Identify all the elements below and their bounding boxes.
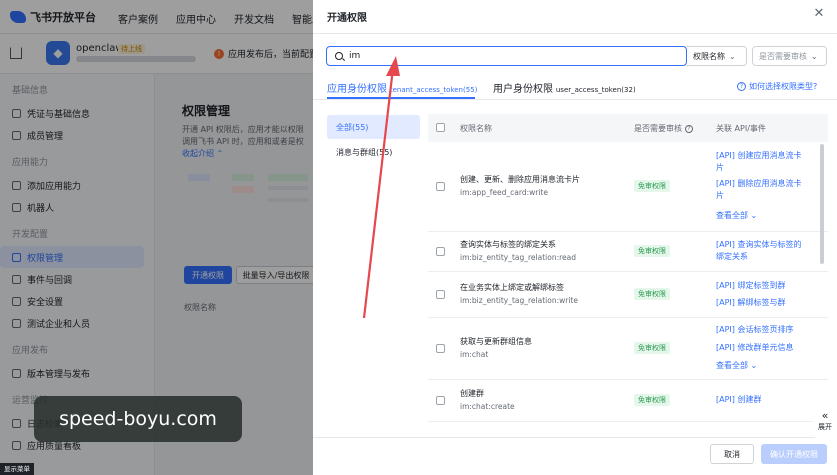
permission-title: 获取与更新群组信息 <box>460 337 532 346</box>
table-row: 获取与更新群组信息 im:chat 免审权限 [API] 会话标签页排序 [AP… <box>428 318 828 380</box>
permission-title: 创建、更新、删除应用消息流卡片 <box>460 175 580 184</box>
double-chevron-left-icon: « <box>821 409 829 422</box>
tab-label: 用户身份权限 <box>493 84 553 95</box>
search-field-select-value: 权限名称 <box>693 51 725 61</box>
api-link[interactable]: [API] 解绑标签与群 <box>716 297 808 309</box>
permission-scope: im:chat <box>460 350 489 359</box>
tab-sublabel: user_access_token(32) <box>555 86 636 94</box>
confirm-open-permission-button[interactable]: 确认开通权限 <box>761 444 827 464</box>
view-all-link[interactable]: 查看全部 ⌄ <box>716 210 757 221</box>
column-header-review: 是否需要审核 ? <box>634 123 693 134</box>
tab-tenant-permissions[interactable]: 应用身份权限 tenant_access_token(55) <box>327 80 477 95</box>
permission-title: 在业务实体上绑定或解绑标签 <box>460 283 564 292</box>
api-link[interactable]: [API] 绑定标签到群 <box>716 280 808 292</box>
api-link[interactable]: [API] 删除应用消息流卡片 <box>716 178 808 202</box>
row-checkbox[interactable] <box>436 344 445 353</box>
expand-label: 展开 <box>818 423 832 431</box>
api-link[interactable]: [API] 创建应用消息流卡片 <box>716 150 808 174</box>
row-checkbox[interactable] <box>436 247 445 256</box>
chevron-down-icon: ⌄ <box>750 211 758 220</box>
tab-sublabel: tenant_access_token(55) <box>389 86 478 94</box>
question-icon: ? <box>737 82 746 91</box>
permission-scope: im:biz_entity_tag_relation:write <box>460 296 578 305</box>
drawer-title: 开通权限 <box>327 13 367 24</box>
view-all-label: 查看全部 <box>716 211 748 220</box>
table-scrollbar[interactable] <box>820 144 824 264</box>
review-badge: 免审权限 <box>634 245 670 257</box>
review-filter-placeholder: 是否需要审核 <box>759 51 807 61</box>
select-all-checkbox[interactable] <box>436 123 445 132</box>
show-menu-button[interactable]: 显示菜单 <box>0 463 34 475</box>
review-badge: 免审权限 <box>634 288 670 300</box>
category-messages-groups[interactable]: 消息与群组(55) <box>327 141 420 163</box>
api-link[interactable]: [API] 会话标签页排序 <box>716 324 808 336</box>
table-row: 在业务实体上绑定或解绑标签 im:biz_entity_tag_relation… <box>428 272 828 318</box>
open-permission-drawer: 开通权限 ✕ 权限名称 ⌄ 是否需要审核 ⌄ 应用身份权限 tenant_acc… <box>313 0 837 475</box>
table-row: 查询实体与标签的绑定关系 im:biz_entity_tag_relation:… <box>428 232 828 272</box>
table-header: 权限名称 是否需要审核 ? 关联 API/事件 <box>428 114 828 142</box>
row-checkbox[interactable] <box>436 290 445 299</box>
search-icon <box>335 52 343 60</box>
review-filter-select[interactable]: 是否需要审核 ⌄ <box>752 46 827 66</box>
expand-button[interactable]: « 展开 <box>813 406 837 438</box>
api-link[interactable]: [API] 查询实体与标签的绑定关系 <box>716 239 808 263</box>
column-header-name: 权限名称 <box>460 124 492 133</box>
permission-scope: im:chat:create <box>460 402 515 411</box>
review-badge: 免审权限 <box>634 180 670 192</box>
chevron-down-icon: ⌄ <box>811 51 818 61</box>
tab-label: 应用身份权限 <box>327 84 387 95</box>
permission-scope: im:biz_entity_tag_relation:read <box>460 253 577 262</box>
divider <box>313 33 837 34</box>
view-all-label: 查看全部 <box>716 361 748 370</box>
permission-type-help-link[interactable]: ? 如何选择权限类型? <box>737 81 817 92</box>
api-link[interactable]: [API] 创建群 <box>716 394 808 406</box>
watermark: speed-boyu.com <box>34 396 242 442</box>
column-header-review-label: 是否需要审核 <box>634 124 682 133</box>
table-row: 创建群 im:chat:create 免审权限 [API] 创建群 <box>428 380 828 422</box>
view-all-link[interactable]: 查看全部 ⌄ <box>716 360 757 371</box>
permission-table: 权限名称 是否需要审核 ? 关联 API/事件 创建、更新、删除应用消息流卡片 … <box>428 114 828 432</box>
permission-title: 创建群 <box>460 389 484 398</box>
review-badge: 免审权限 <box>634 394 670 406</box>
row-checkbox[interactable] <box>436 182 445 191</box>
divider <box>313 437 837 438</box>
help-link-text: 如何选择权限类型? <box>749 82 818 91</box>
api-link[interactable]: [API] 修改群单元信息 <box>716 342 808 354</box>
chevron-down-icon: ⌄ <box>729 51 736 61</box>
cancel-button[interactable]: 取消 <box>710 444 754 464</box>
search-input[interactable] <box>349 49 679 63</box>
category-all[interactable]: 全部(55) <box>327 115 420 139</box>
permission-title: 查询实体与标签的绑定关系 <box>460 240 556 249</box>
table-row: 创建、更新、删除应用消息流卡片 im:app_feed_card:write 免… <box>428 142 828 232</box>
permission-search[interactable] <box>326 46 687 66</box>
chevron-down-icon: ⌄ <box>750 361 758 370</box>
permission-scope: im:app_feed_card:write <box>460 188 548 197</box>
row-checkbox[interactable] <box>436 396 445 405</box>
close-icon[interactable]: ✕ <box>811 6 827 22</box>
search-field-select[interactable]: 权限名称 ⌄ <box>687 46 747 66</box>
tab-user-permissions[interactable]: 用户身份权限 user_access_token(32) <box>493 80 636 95</box>
column-header-api: 关联 API/事件 <box>716 124 766 133</box>
divider <box>313 99 837 100</box>
question-icon[interactable]: ? <box>685 124 693 133</box>
review-badge: 免审权限 <box>634 342 670 354</box>
